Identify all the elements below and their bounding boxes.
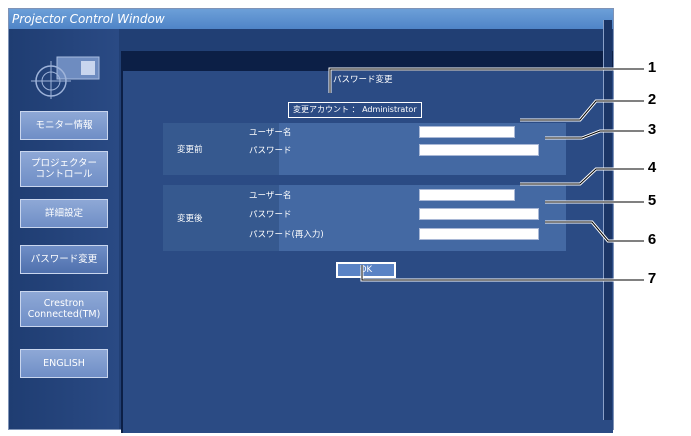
content-header-bar [123, 53, 613, 71]
sidebar-item-detailed-settings[interactable]: 詳細設定 [20, 199, 108, 228]
after-password-confirm-label: パスワード(再入力) [249, 230, 324, 240]
callout-number-4: 4 [647, 159, 657, 176]
sidebar-item-projector-control[interactable]: プロジェクター コントロール [20, 151, 108, 187]
projector-control-window: Projector Control Window モニター情報 プロジェクター … [8, 8, 614, 433]
window-titlebar: Projector Control Window [9, 9, 613, 29]
after-username-field[interactable] [419, 189, 515, 201]
before-username-label: ユーザー名 [249, 128, 292, 138]
sidebar-item-crestron-connected[interactable]: Crestron Connected(TM) [20, 291, 108, 327]
page-title: パスワード変更 [333, 75, 393, 85]
account-indicator: 変更アカウント ： Administrator [288, 102, 422, 118]
projector-logo-icon [31, 56, 100, 99]
before-password-field[interactable] [419, 144, 539, 156]
sidebar-item-password-change[interactable]: パスワード変更 [20, 245, 108, 274]
callout-number-5: 5 [647, 192, 657, 209]
sidebar: モニター情報 プロジェクター コントロール 詳細設定 パスワード変更 Crest… [9, 29, 119, 429]
sidebar-item-monitor-info[interactable]: モニター情報 [20, 111, 108, 140]
window-title: Projector Control Window [12, 12, 165, 26]
callout-number-7: 7 [647, 270, 657, 287]
before-username-field[interactable] [419, 126, 515, 138]
after-password-label: パスワード [249, 210, 292, 220]
main-content: パスワード変更 変更アカウント ： Administrator 変更前 ユーザー… [121, 51, 613, 433]
before-password-label: パスワード [249, 146, 292, 156]
after-password-field[interactable] [419, 208, 539, 220]
callout-number-1: 1 [647, 59, 657, 76]
after-password-confirm-field[interactable] [419, 228, 539, 240]
window-scrollbar[interactable] [603, 20, 612, 420]
sidebar-item-english[interactable]: ENGLISH [20, 349, 108, 378]
callout-number-2: 2 [647, 91, 657, 108]
callout-number-3: 3 [647, 121, 657, 138]
ok-button[interactable]: OK [336, 262, 396, 278]
callout-number-6: 6 [647, 231, 657, 248]
after-username-label: ユーザー名 [249, 191, 292, 201]
